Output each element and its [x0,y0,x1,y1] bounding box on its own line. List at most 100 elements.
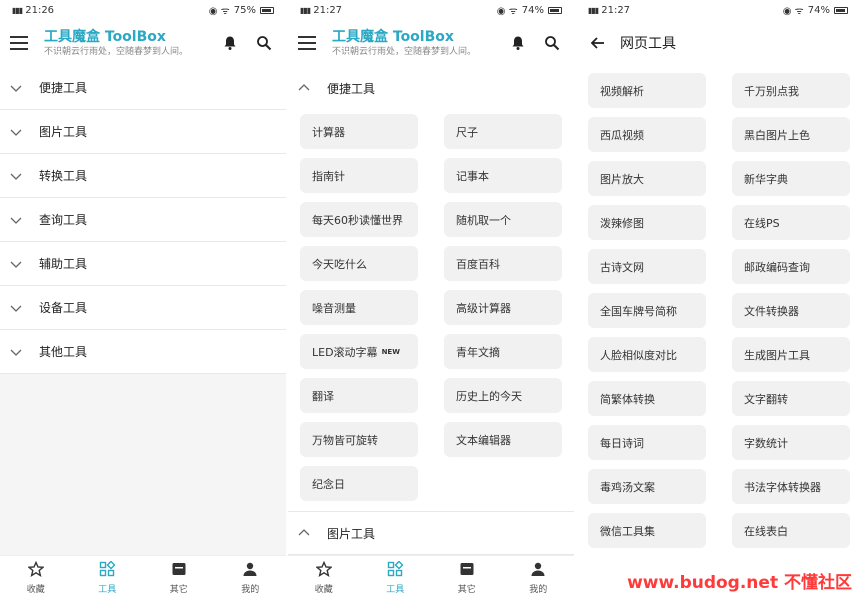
category-row[interactable]: 图片工具 [288,511,574,555]
tool-button[interactable]: 文件转换器 [732,293,850,328]
nav-item[interactable]: 工具 [370,559,420,595]
tool-button[interactable]: 黑白图片上色 [732,117,850,152]
tool-button[interactable]: 记事本 [444,158,562,193]
signal-icon: ▮▮▮ [300,5,311,15]
tool-grid: 视频解析 千万别点我 西瓜视频 黑白图片上色 图片放大 新华字典泼辣修图 在线PS 古诗文网 邮… [576,66,860,558]
tool-label: 邮政编码查询 [744,260,810,274]
tool-button[interactable]: 全国车牌号简称 [588,293,706,328]
category-row[interactable]: 其他工具 [0,330,286,374]
chevron-down-icon [8,212,24,228]
tool-button[interactable]: 邮政编码查询 [732,249,850,284]
tool-button[interactable]: 毒鸡汤文案 [588,469,706,504]
tool-button[interactable]: 书法字体转换器 [732,469,850,504]
wifi-icon: ◉ ᯤ [208,6,230,17]
tool-button[interactable]: LED滚动字幕 NEW [300,334,418,369]
tool-label: 文字翻转 [744,392,788,406]
category-row[interactable]: 查询工具 [0,198,286,242]
tool-label: 翻译 [312,389,334,403]
nav-item[interactable]: 其它 [154,561,204,595]
search-icon[interactable] [252,31,276,55]
nav-item[interactable]: 其它 [442,561,492,595]
battery-percent: 74% [807,4,830,16]
category-row[interactable]: 辅助工具 [0,242,286,286]
tool-button[interactable]: 噪音测量 [300,290,418,325]
nav-item[interactable]: 收藏 [11,560,61,595]
tool-button[interactable]: 文本编辑器 [444,422,562,457]
tool-button[interactable]: 指南针 [300,158,418,193]
tool-label: 视频解析 [600,84,644,98]
category-label: 便捷工具 [327,81,376,96]
tool-button[interactable]: 高级计算器 [444,290,562,325]
nav-label: 工具 [98,584,117,595]
tool-label: 高级计算器 [456,301,511,315]
tool-button[interactable]: 西瓜视频 [588,117,706,152]
nav-item[interactable]: 我的 [513,561,563,595]
tool-button[interactable]: 图片放大 [588,161,706,196]
tool-button[interactable]: 简繁体转换 [588,381,706,416]
tool-button[interactable]: 千万别点我 [732,73,850,108]
tool-button[interactable]: 视频解析 [588,73,706,108]
tool-button[interactable]: 人脸相似度对比 [588,337,706,372]
category-row[interactable]: 设备工具 [0,286,286,330]
tool-label: 古诗文网 [600,260,644,274]
tool-button[interactable]: 翻译 [300,378,418,413]
star-icon [314,560,333,582]
category-row[interactable]: 图片工具 [0,110,286,154]
tool-button[interactable]: 文字翻转 [732,381,850,416]
menu-icon[interactable] [10,32,32,54]
search-icon[interactable] [540,31,564,55]
back-arrow-icon[interactable] [586,31,610,55]
nav-item[interactable]: 我的 [225,561,275,595]
tool-label: 历史上的今天 [456,389,522,403]
menu-icon[interactable] [298,32,320,54]
tool-button[interactable]: 微信工具集 [588,513,706,548]
tool-label: 泼辣修图 [600,216,644,230]
tool-button[interactable]: 在线表白 [732,513,850,548]
tool-button[interactable]: 青年文摘 [444,334,562,369]
nav-label: 我的 [529,584,548,595]
tool-button[interactable]: 生成图片工具 [732,337,850,372]
bell-icon[interactable] [218,31,242,55]
tool-button[interactable]: 尺子 [444,114,562,149]
tool-button[interactable]: 今天吃什么 [300,246,418,281]
tool-button[interactable]: 泼辣修图 [588,205,706,240]
tool-button[interactable]: 万物皆可旋转 [300,422,418,457]
status-time: 21:27 [313,4,343,16]
category-label: 转换工具 [39,169,88,183]
tool-label: 文件转换器 [744,304,799,318]
nav-label: 其它 [457,584,476,595]
tool-label: 人脸相似度对比 [600,348,677,362]
tool-button[interactable]: 新华字典 [732,161,850,196]
bell-icon[interactable] [506,31,530,55]
tool-label: 新华字典 [744,172,788,186]
tool-button[interactable]: 在线PS [732,205,850,240]
nav-item[interactable]: 收藏 [299,560,349,595]
tool-label: 尺子 [456,125,478,139]
tool-button[interactable]: 字数统计 [732,425,850,460]
new-badge: NEW [381,347,400,356]
nav-label: 工具 [386,584,405,595]
status-bar: ▮▮▮ 21:26 ◉ ᯤ 75% [0,0,286,20]
tool-button[interactable]: 历史上的今天 [444,378,562,413]
category-row-expanded[interactable]: 便捷工具 [288,66,574,110]
tool-label: 百度百科 [456,257,500,271]
signal-icon: ▮▮▮ [12,5,23,15]
tool-button[interactable]: 纪念日 [300,466,418,501]
tool-button[interactable]: 百度百科 [444,246,562,281]
nav-item[interactable]: 工具 [82,559,132,595]
tool-button[interactable]: 计算器 [300,114,418,149]
category-list: 便捷工具图片工具转换工具查询工具 辅助工具 设备工具 其他工具 [0,66,286,374]
screen-tools-expanded: ▮▮▮ 21:27 ◉ ᯤ 74% 工具魔盒 ToolBox 不识朝云行雨处，空… [288,0,574,599]
tool-button[interactable]: 每天60秒读懂世界 [300,202,418,237]
category-row[interactable]: 便捷工具 [0,66,286,110]
category-label: 便捷工具 [39,81,88,95]
tool-button[interactable]: 随机取一个 [444,202,562,237]
tool-label: 文本编辑器 [456,433,511,447]
category-row[interactable]: 转换工具 [0,154,286,198]
chevron-down-icon [8,124,24,140]
tool-button[interactable]: 每日诗词 [588,425,706,460]
tool-label: LED滚动字幕 [312,345,378,359]
tool-label: 在线表白 [744,524,788,538]
chevron-down-icon [8,256,24,272]
tool-button[interactable]: 古诗文网 [588,249,706,284]
